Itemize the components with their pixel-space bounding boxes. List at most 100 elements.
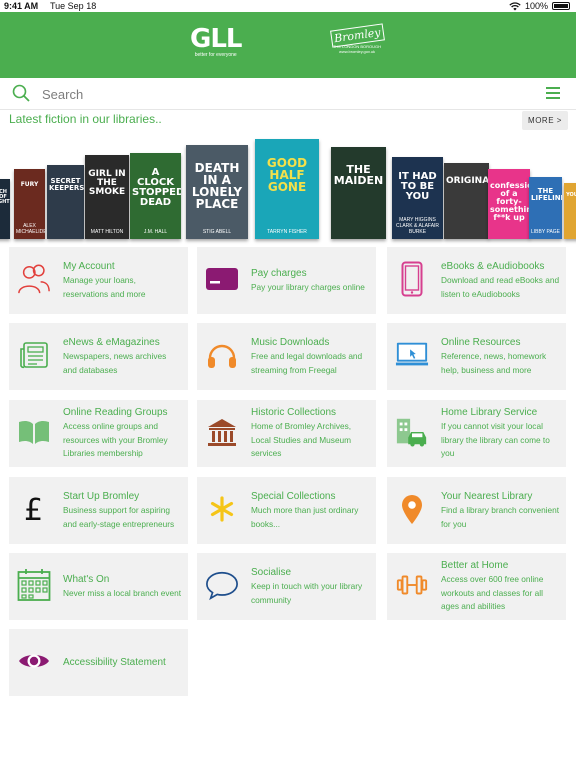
card-text: eBooks & eAudiobooks Download and read eB… (441, 247, 560, 314)
card-title: Online Reading Groups (63, 407, 168, 419)
card-text: Online Resources Reference, news, homewor… (441, 323, 560, 390)
card-title: Your Nearest Library (441, 491, 533, 502)
card-text: Home Library Service If you cannot visit … (441, 400, 560, 467)
wifi-icon (509, 1, 521, 10)
book-author: LIBBY PAGE (531, 229, 560, 235)
book-cover[interactable]: DEATH IN A LONELY PLACE STIG ABELL (186, 145, 248, 239)
card-text: Historic Collections Home of Bromley Arch… (251, 400, 370, 467)
card-title: Better at Home (441, 560, 509, 572)
card-what-s-on[interactable]: What's On Never miss a local branch event (9, 553, 188, 620)
status-time: 9:41 AM (4, 1, 39, 11)
card-special-collections[interactable]: Special Collections Much more than just o… (197, 477, 376, 544)
open-book-icon (17, 412, 51, 452)
card-text: Music Downloads Free and legal downloads … (251, 323, 370, 390)
book-title: confessions of a forty-something f**k up (490, 181, 530, 222)
card-historic-collections[interactable]: Historic Collections Home of Bromley Arch… (197, 400, 376, 467)
card-ebooks-eaudiobooks[interactable]: eBooks & eAudiobooks Download and read eB… (387, 247, 566, 314)
card-title: Pay charges (251, 267, 307, 279)
credit-card-icon (205, 259, 239, 299)
card-description: Keep in touch with your library communit… (251, 581, 363, 605)
card-enews-emagazines[interactable]: eNews & eMagazines Newspapers, news archi… (9, 323, 188, 390)
search-input[interactable] (42, 85, 462, 103)
gll-tagline: better for everyone (194, 52, 237, 58)
gll-logo[interactable]: GLL better for everyone (190, 26, 242, 58)
card-your-nearest-library[interactable]: Your Nearest Library Find a library branc… (387, 477, 566, 544)
eye-icon (17, 641, 51, 681)
newspaper-icon (17, 335, 51, 375)
card-accessibility-statement[interactable]: Accessibility Statement (9, 629, 188, 696)
book-title: IT HAD TO BE YOU (398, 171, 437, 202)
card-title: What's On (63, 573, 110, 585)
monitor-icon (395, 335, 429, 375)
book-title: YOU (566, 192, 576, 198)
asterisk-icon (205, 489, 239, 529)
app-header: GLL better for everyone Bromley THE LOND… (0, 12, 576, 78)
menu-icon[interactable] (546, 87, 560, 99)
book-cover[interactable]: GOOD HALF GONE TARRYN FISHER (255, 139, 319, 239)
tablet-icon (395, 259, 429, 299)
book-cover[interactable]: CH OF GHT (0, 179, 10, 239)
book-title: THE MAIDEN (333, 163, 384, 187)
book-cover[interactable]: ORIGINAL (444, 163, 489, 239)
book-cover[interactable]: confessions of a forty-something f**k up (488, 169, 530, 239)
card-description: Pay your library charges online (251, 281, 365, 292)
card-better-at-home[interactable]: Better at Home Access over 600 free onlin… (387, 553, 566, 620)
bromley-logo-line2: www.bromley.gov.uk (338, 49, 376, 54)
book-title: GOOD HALF GONE (266, 156, 308, 194)
card-text: Accessibility Statement (63, 629, 182, 696)
card-online-resources[interactable]: Online Resources Reference, news, homewor… (387, 323, 566, 390)
book-cover[interactable]: GIRL IN THE SMOKE MATT HILTON (85, 155, 129, 239)
card-title: Historic Collections (251, 407, 337, 419)
card-text: Special Collections Much more than just o… (251, 477, 370, 544)
card-description: If you cannot visit your local library t… (441, 421, 550, 459)
card-text: What's On Never miss a local branch event (63, 553, 182, 620)
pound-icon: £ (17, 489, 51, 529)
card-description: Download and read eBooks and listen to e… (441, 275, 560, 299)
card-title: eNews & eMagazines (63, 337, 160, 348)
book-author: MARY HIGGINS CLARK & ALAFAIR BURKE (395, 217, 440, 235)
card-home-library-service[interactable]: Home Library Service If you cannot visit … (387, 400, 566, 467)
book-title: THE LIFELINE (531, 187, 562, 202)
book-cover[interactable]: THE MAIDEN (331, 147, 386, 239)
card-description: Free and legal downloads and streaming f… (251, 351, 363, 375)
car-building-icon (395, 412, 429, 452)
card-title: Socialise (251, 567, 292, 578)
card-text: Pay charges Pay your library charges onli… (251, 247, 370, 314)
book-title: ORIGINAL (446, 176, 489, 186)
card-description: Business support for aspiring and early-… (63, 505, 175, 529)
card-title: Music Downloads (251, 337, 330, 348)
card-start-up-bromley[interactable]: £ Start Up Bromley Business support for as… (9, 477, 188, 544)
book-cover[interactable]: SECRET KEEPERS (47, 165, 84, 239)
more-button[interactable]: MORE > (522, 111, 568, 130)
book-cover[interactable]: IT HAD TO BE YOU MARY HIGGINS CLARK & ALA… (392, 157, 443, 239)
card-online-reading-groups[interactable]: Online Reading Groups Access online group… (9, 400, 188, 467)
book-title: DEATH IN A LONELY PLACE (191, 161, 243, 211)
card-my-account[interactable]: My Account Manage your loans, reservation… (9, 247, 188, 314)
search-icon[interactable] (12, 84, 30, 102)
status-date: Tue Sep 18 (50, 1, 97, 11)
card-text: Start Up Bromley Business support for asp… (63, 477, 182, 544)
book-cover[interactable]: THE LIFELINE LIBBY PAGE (529, 177, 562, 239)
latest-fiction-title: Latest fiction in our libraries.. (9, 112, 162, 126)
card-text: Your Nearest Library Find a library branc… (441, 477, 560, 544)
book-title: A CLOCK STOPPED DEAD (132, 167, 181, 208)
status-right: 100% (509, 1, 570, 11)
card-description: Access online groups and resources with … (63, 421, 168, 459)
book-author: TARRYN FISHER (267, 229, 307, 235)
book-title: FURY (20, 181, 39, 188)
svg-text:£: £ (24, 493, 43, 525)
card-description: Much more than just ordinary books... (251, 505, 359, 529)
card-title: Home Library Service (441, 407, 538, 419)
card-pay-charges[interactable]: Pay charges Pay your library charges onli… (197, 247, 376, 314)
card-music-downloads[interactable]: Music Downloads Free and legal downloads … (197, 323, 376, 390)
card-text: Better at Home Access over 600 free onlin… (441, 553, 560, 620)
book-cover[interactable]: YOU (564, 183, 576, 239)
card-description: Access over 600 free online workouts and… (441, 574, 544, 612)
card-socialise[interactable]: Socialise Keep in touch with your library… (197, 553, 376, 620)
book-cover[interactable]: FURY ALEX MICHAELIDES (14, 169, 45, 239)
book-cover[interactable]: A CLOCK STOPPED DEAD J.M. HALL (130, 153, 181, 239)
bromley-logo[interactable]: Bromley THE LONDON BOROUGH www.bromley.g… (329, 23, 385, 54)
book-author: ALEX MICHAELIDES (16, 223, 45, 235)
book-carousel[interactable]: CH OF GHT FURY ALEX MICHAELIDES SECRET KEEP… (0, 137, 576, 239)
card-description: Home of Bromley Archives, Local Studies … (251, 421, 352, 459)
